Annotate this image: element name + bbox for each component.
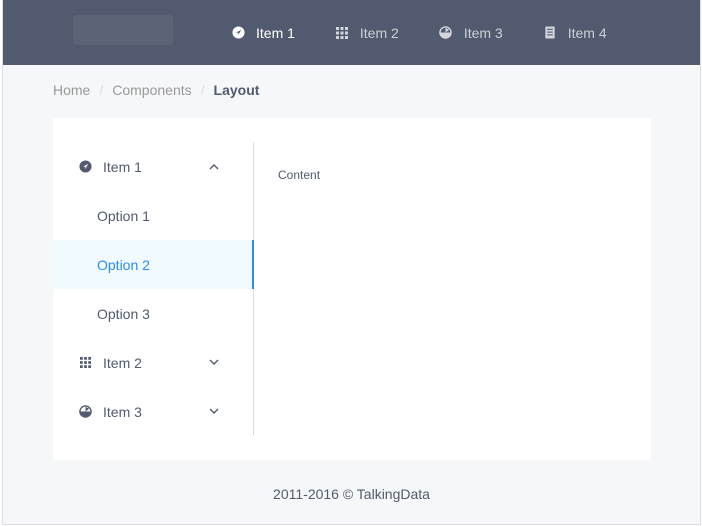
app-window: Item 1 Item 2 Item 3 Item 4 Home / Compo… (2, 0, 701, 525)
submenu-item-1[interactable]: Item 1 (53, 142, 253, 191)
breadcrumb-separator: / (99, 82, 104, 98)
topnav-item-1[interactable]: Item 1 (231, 25, 295, 41)
submenu-item-2[interactable]: Item 2 (53, 338, 253, 387)
grid-icon (78, 356, 92, 370)
page-footer: 2011-2016 © TalkingData (273, 486, 430, 502)
logo-placeholder[interactable] (73, 15, 173, 45)
side-menu: Item 1 Option 1 Option 2 Option 3 Item 2 (53, 142, 254, 436)
main-content: Content (278, 168, 321, 182)
topnav-item-3[interactable]: Item 3 (439, 25, 503, 41)
submenu-item-3[interactable]: Item 3 (53, 387, 253, 436)
content-card: Item 1 Option 1 Option 2 Option 3 Item 2 (53, 118, 651, 460)
submenu-label: Item 2 (103, 354, 142, 371)
document-icon (543, 26, 557, 40)
topnav-item-label: Item 3 (463, 24, 503, 41)
menu-option-2[interactable]: Option 2 (53, 240, 254, 289)
topnav-item-label: Item 2 (359, 24, 399, 41)
pie-icon (78, 405, 92, 419)
breadcrumb-components[interactable]: Components (112, 82, 191, 98)
breadcrumb-separator: / (200, 82, 205, 98)
breadcrumb: Home / Components / Layout (53, 82, 259, 98)
chevron-up-icon (208, 161, 220, 173)
chevron-down-icon (208, 357, 220, 369)
topnav-item-label: Item 1 (256, 24, 295, 41)
grid-icon (335, 26, 349, 40)
breadcrumb-current: Layout (213, 82, 260, 98)
submenu-label: Item 1 (103, 158, 142, 175)
breadcrumb-home[interactable]: Home (53, 82, 90, 98)
chevron-down-icon (208, 406, 220, 418)
topnav-item-4[interactable]: Item 4 (543, 25, 607, 41)
menu-option-1[interactable]: Option 1 (53, 191, 253, 240)
navigate-icon (231, 26, 245, 40)
menu-option-3[interactable]: Option 3 (53, 289, 253, 338)
pie-icon (439, 26, 453, 40)
submenu-label: Item 3 (103, 403, 142, 420)
top-header: Item 1 Item 2 Item 3 Item 4 (3, 0, 700, 65)
navigate-icon (78, 160, 92, 174)
top-nav: Item 1 Item 2 Item 3 Item 4 (231, 0, 647, 65)
topnav-item-2[interactable]: Item 2 (335, 25, 399, 41)
topnav-item-label: Item 4 (567, 24, 607, 41)
